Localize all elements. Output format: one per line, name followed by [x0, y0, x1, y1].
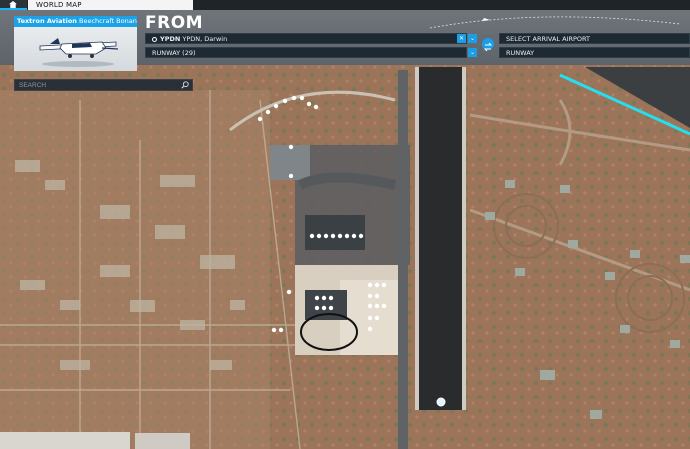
chevron-down-icon: ⌄: [469, 49, 476, 56]
home-button[interactable]: [0, 0, 27, 10]
swap-airports-button[interactable]: [482, 38, 494, 52]
aircraft-model: Beechcraft Bonanza ...: [79, 17, 137, 25]
search-input[interactable]: [19, 80, 179, 90]
departure-runway-value: RUNWAY (29): [152, 49, 196, 57]
aircraft-image: [39, 38, 119, 67]
departure-dropdown-button[interactable]: ⌄: [468, 34, 477, 43]
aircraft-title: Textron Aviation Beechcraft Bonanza ...: [14, 16, 137, 27]
departure-name: YPDN, Darwin: [182, 35, 228, 43]
departure-runway-field[interactable]: RUNWAY (29): [145, 47, 467, 58]
swap-icon: [483, 42, 493, 52]
chevron-down-icon: ⌄: [469, 35, 476, 42]
clear-departure-button[interactable]: ✕: [457, 34, 466, 43]
home-icon: [9, 1, 17, 8]
flight-planner-panel: Textron Aviation Beechcraft Bonanza ... …: [0, 10, 690, 71]
top-nav-bar: WORLD MAP: [0, 0, 690, 10]
tab-world-map[interactable]: WORLD MAP: [28, 0, 193, 10]
map-search-box[interactable]: [14, 79, 193, 91]
close-icon: ✕: [458, 35, 465, 42]
aircraft-maker: Textron Aviation: [17, 17, 77, 25]
airport-marker-icon: [152, 37, 157, 42]
arrival-runway-value: RUNWAY: [506, 49, 535, 57]
runway-dropdown-button[interactable]: ⌄: [468, 48, 477, 57]
departure-airport-field[interactable]: YPDN YPDN, Darwin: [145, 33, 467, 44]
search-icon[interactable]: [181, 81, 189, 89]
departure-code: YPDN: [160, 35, 181, 43]
flight-path-decoration: [429, 16, 681, 29]
arrival-airport-placeholder: SELECT ARRIVAL AIRPORT: [506, 35, 591, 43]
arrival-airport-field[interactable]: SELECT ARRIVAL AIRPORT: [499, 33, 690, 44]
arrival-runway-field[interactable]: RUNWAY: [499, 47, 690, 58]
aircraft-selector[interactable]: Textron Aviation Beechcraft Bonanza ...: [14, 16, 137, 71]
from-heading: FROM: [145, 13, 204, 33]
